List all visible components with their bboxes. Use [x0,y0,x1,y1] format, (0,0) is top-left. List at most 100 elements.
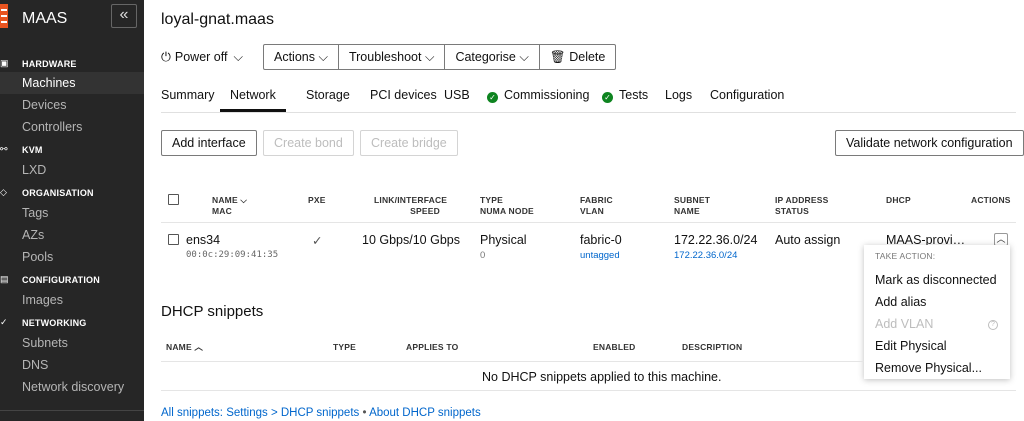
ip-mode: Auto assign [775,233,841,247]
interface-mac: 00:0c:29:09:41:35 [186,250,279,260]
menu-icon[interactable] [0,4,8,28]
tab-pci-devices[interactable]: PCI devices [370,88,437,112]
take-action-menu: TAKE ACTION: Mark as disconnected Add al… [864,245,1010,379]
sidebar-item-machines[interactable]: Machines [22,76,76,90]
sidebar-item-devices[interactable]: Devices [22,98,66,112]
header-pxe: PXE [308,195,326,205]
dhcp-header-type: TYPE [333,342,357,352]
sidebar-divider [0,410,144,411]
hardware-icon: ▣ [0,58,9,68]
trash-icon: 🗑 [549,50,566,64]
section-kvm: KVM [22,145,43,155]
header-dhcp: DHCP [886,195,911,205]
section-networking: NETWORKING [22,318,87,328]
footer-separator: • [362,407,367,419]
app-title[interactable]: MAAS [22,10,67,28]
create-bond-button[interactable]: Create bond [263,130,354,156]
configuration-icon: ▤ [0,274,9,284]
interface-type: Physical [480,233,527,247]
subnet-link[interactable]: 172.22.36.0/24 [674,233,757,247]
validate-network-button[interactable]: Validate network configuration [835,130,1024,156]
section-hardware: HARDWARE [22,59,77,69]
chevron-up-icon: ︿ [996,234,1006,244]
header-link: LINK/INTERFACE SPEED [374,195,448,216]
sidebar-item-dns[interactable]: DNS [22,358,48,372]
edit-physical-item[interactable]: Edit Physical [875,339,947,353]
header-mac: MAC [212,206,232,216]
sidebar-item-images[interactable]: Images [22,293,63,307]
tab-summary[interactable]: Summary [161,88,214,112]
dhcp-section-title: DHCP snippets [161,303,264,320]
dhcp-header-name[interactable]: NAME ︿ [166,342,203,353]
success-check-icon: ✓ [487,92,498,103]
chevron-down-icon: ⌵ [318,50,328,64]
subnet-name-link[interactable]: 172.22.36.0/24 [674,250,737,261]
chevron-up-icon: ︿ [194,342,204,352]
chevron-down-icon: ⌵ [519,50,529,64]
tab-storage[interactable]: Storage [306,88,350,112]
row-checkbox[interactable] [168,234,179,245]
sidebar-item-pools[interactable]: Pools [22,250,53,264]
about-dhcp-link[interactable]: About DHCP snippets [369,407,481,419]
section-configuration: CONFIGURATION [22,275,100,285]
header-fabric: FABRIC VLAN [580,195,613,216]
pxe-check-icon: ✓ [312,234,323,248]
chevron-down-icon: ⌵ [240,195,248,205]
add-vlan-item[interactable]: Add VLAN [875,317,933,331]
add-interface-button[interactable]: Add interface [161,130,257,156]
categorise-dropdown[interactable]: Categorise ⌵ [445,45,540,69]
sidebar-item-lxd[interactable]: LXD [22,163,46,177]
main-content: loyal-gnat.maas ⏻ Power off ⌵ Actions ⌵ Tr… [144,0,1024,421]
power-off-label: Power off [174,50,228,64]
header-type: TYPE NUMA NODE [480,195,534,216]
header-actions: ACTIONS [971,195,1011,205]
dhcp-header-description: DESCRIPTION [682,342,743,352]
page-title: loyal-gnat.maas [161,11,274,28]
add-alias-item[interactable]: Add alias [875,295,926,309]
vlan-link[interactable]: untagged [580,250,620,261]
dhcp-empty-message: No DHCP snippets applied to this machine… [482,370,722,384]
link-speed: 10 Gbps/10 Gbps [362,233,460,247]
actions-dropdown[interactable]: Actions ⌵ [264,45,339,69]
tab-commissioning[interactable]: ✓ Commissioning [487,88,589,112]
sidebar-item-azs[interactable]: AZs [22,228,44,242]
chevron-down-icon: ⌵ [424,50,435,64]
dhcp-header-enabled: ENABLED [593,342,636,352]
tab-network[interactable]: Network [220,88,286,112]
mark-disconnected-item[interactable]: Mark as disconnected [875,273,997,287]
sidebar-item-subnets[interactable]: Subnets [22,336,68,350]
section-organisation: ORGANISATION [22,188,94,198]
tabs-divider [161,112,1016,113]
header-name[interactable]: NAME ⌵ MAC [212,195,247,217]
table-header-divider [161,222,1016,223]
organisation-icon: ◇ [0,187,7,197]
numa-node: 0 [480,250,486,261]
tab-usb[interactable]: USB [444,88,470,112]
dhcp-header-applies: APPLIES TO [406,342,459,352]
help-icon: ? [988,320,998,330]
tab-tests[interactable]: ✓ Tests [602,88,648,112]
sidebar-item-tags[interactable]: Tags [22,206,48,220]
tab-logs[interactable]: Logs [665,88,692,112]
sidebar-item-controllers[interactable]: Controllers [22,120,82,134]
success-check-icon: ✓ [602,92,613,103]
chevron-down-icon: ⌵ [233,50,243,64]
troubleshoot-dropdown[interactable]: Troubleshoot ⌵ [339,45,446,69]
header-ip: IP ADDRESS STATUS [775,195,829,216]
power-off-dropdown[interactable]: ⏻ Power off ⌵ [161,44,243,70]
select-all-checkbox[interactable] [168,194,179,205]
kvm-icon: ⚯ [0,144,8,154]
create-bridge-button[interactable]: Create bridge [360,130,458,156]
dhcp-table-divider [161,390,1016,391]
sidebar-item-network-discovery[interactable]: Network discovery [22,380,124,394]
delete-button[interactable]: 🗑 Delete [540,45,616,69]
power-icon: ⏻ [161,50,171,64]
collapse-sidebar-button[interactable]: « [111,4,137,28]
all-snippets-link[interactable]: All snippets: Settings > DHCP snippets [161,407,359,419]
fabric-link[interactable]: fabric-0 [580,233,622,247]
networking-icon: ✓ [0,317,8,327]
sidebar: MAAS « ▣ HARDWARE Machines Devices Contr… [0,0,144,421]
tab-configuration[interactable]: Configuration [710,88,784,112]
header-subnet: SUBNET NAME [674,195,711,216]
remove-physical-item[interactable]: Remove Physical... [875,361,982,375]
